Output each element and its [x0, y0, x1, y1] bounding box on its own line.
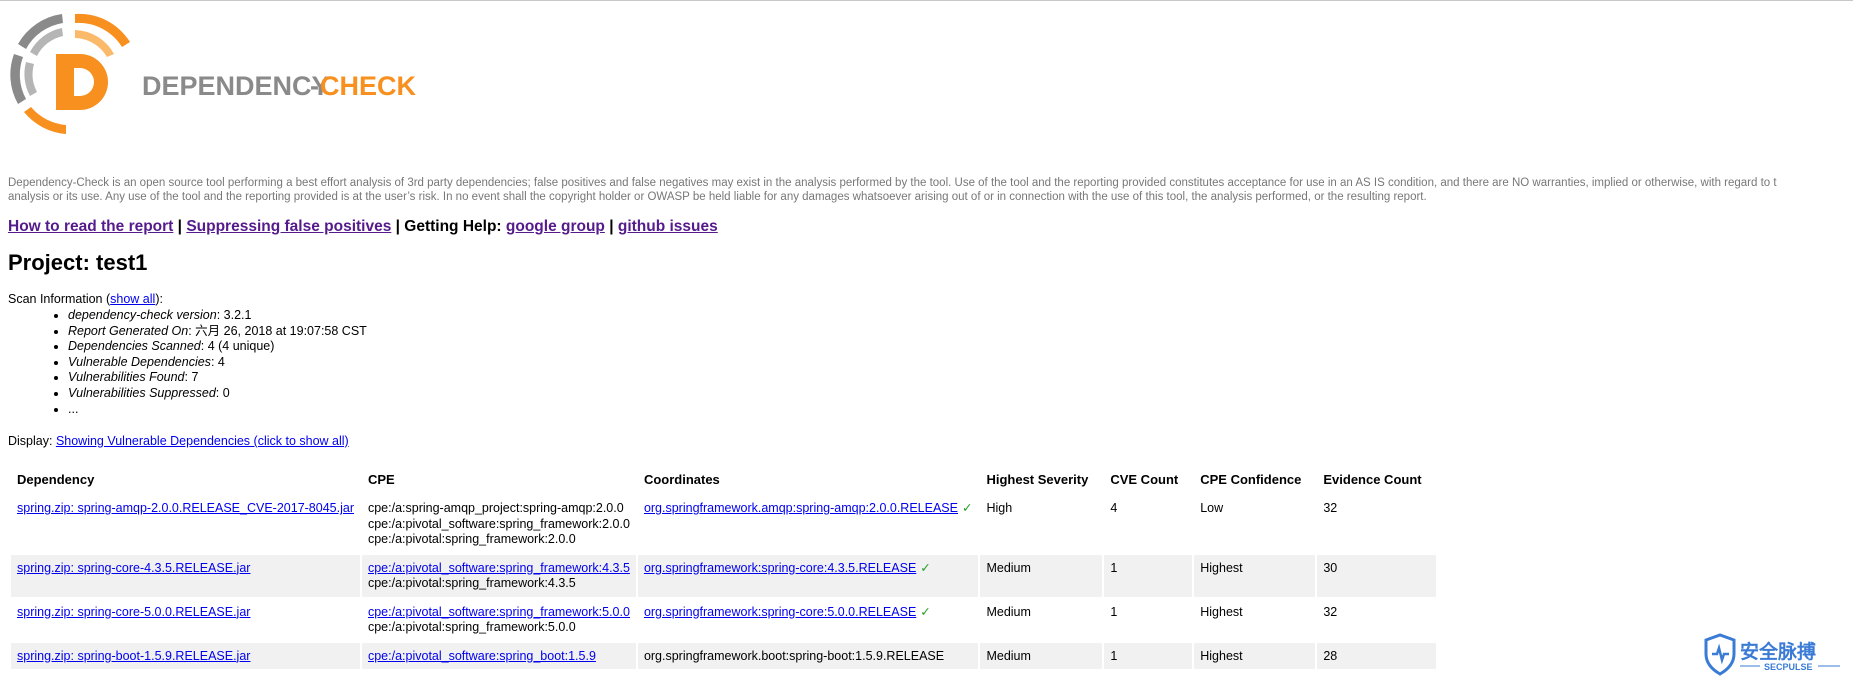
cve-count-cell: 4	[1110, 501, 1118, 515]
dependency-check-logo: DEPENDENCY - CHECK	[10, 13, 417, 134]
scan-info-item: Vulnerable Dependencies: 4	[68, 355, 367, 371]
verified-check-icon: ✓	[961, 501, 973, 515]
scan-info-item: dependency-check version: 3.2.1	[68, 308, 367, 324]
top-border	[0, 0, 1853, 1]
header-coordinates[interactable]: Coordinates	[638, 466, 979, 493]
display-filter: Display: Showing Vulnerable Dependencies…	[8, 434, 349, 448]
scan-info-item: Report Generated On: 六月 26, 2018 at 19:0…	[68, 324, 367, 340]
coordinates-text: org.springframework.boot:spring-boot:1.5…	[643, 648, 945, 663]
cpe-text: cpe:/a:pivotal:spring_framework:4.3.5	[367, 576, 576, 590]
evidence-count-cell: 32	[1323, 604, 1338, 619]
coordinates-cell: org.springframework.amqp:spring-amqp:2.0…	[638, 495, 979, 553]
scan-info-item: ...	[68, 402, 367, 418]
cpe-link[interactable]: cpe:/a:pivotal_software:spring_framework…	[368, 561, 630, 575]
disclaimer-line-2: analysis or its use. Any use of the tool…	[8, 191, 1427, 203]
logo-text-check: CHECK	[320, 71, 417, 101]
cve-count-cell: 1	[1110, 604, 1118, 619]
dependency-cell: spring.zip: spring-boot-1.5.9.RELEASE.ja…	[11, 642, 360, 669]
scan-info-item: Vulnerabilities Suppressed: 0	[68, 386, 367, 402]
header-dependency[interactable]: Dependency	[11, 466, 360, 493]
coordinates-link[interactable]: org.springframework:spring-core:4.3.5.RE…	[644, 561, 916, 575]
scan-info-label-end: ):	[155, 292, 163, 306]
show-all-link[interactable]: show all	[110, 292, 155, 306]
header-highest-severity[interactable]: Highest Severity	[980, 466, 1102, 493]
evidence-count-cell: 30	[1317, 554, 1436, 597]
scan-info-item: Vulnerabilities Found: 7	[68, 370, 367, 386]
help-separator: |	[391, 218, 405, 235]
confidence-cell: Highest	[1194, 554, 1316, 597]
confidence-cell: Highest	[1200, 604, 1243, 619]
cve-count-cell: 1	[1104, 554, 1193, 597]
help-links: How to read the report | Suppressing fal…	[8, 218, 718, 236]
cpe-text: cpe:/a:pivotal:spring_framework:5.0.0	[367, 620, 576, 634]
dependency-link[interactable]: spring.zip: spring-boot-1.5.9.RELEASE.ja…	[17, 649, 250, 663]
coordinates-link[interactable]: org.springframework:spring-core:5.0.0.RE…	[644, 605, 916, 619]
cpe-text: cpe:/a:pivotal_software:spring_framework…	[367, 516, 630, 531]
dependency-table: Dependency CPE Coordinates Highest Sever…	[9, 464, 1438, 671]
github-issues-link[interactable]: github issues	[618, 218, 718, 235]
cpe-cell: cpe:/a:pivotal_software:spring_boot:1.5.…	[361, 642, 636, 669]
table-row: spring.zip: spring-core-4.3.5.RELEASE.ja…	[11, 554, 1436, 597]
header-evidence-count[interactable]: Evidence Count	[1317, 466, 1435, 493]
table-row: spring.zip: spring-core-5.0.0.RELEASE.ja…	[11, 599, 1436, 641]
help-separator: |	[604, 218, 618, 235]
evidence-count-cell: 32	[1323, 501, 1338, 515]
table-header-row: Dependency CPE Coordinates Highest Sever…	[11, 466, 1436, 493]
severity-cell: Medium	[980, 642, 1103, 669]
severity-cell: Medium	[980, 554, 1103, 597]
google-group-link[interactable]: google group	[506, 218, 605, 235]
cpe-link[interactable]: cpe:/a:pivotal_software:spring_boot:1.5.…	[368, 649, 596, 663]
dependency-link[interactable]: spring.zip: spring-core-4.3.5.RELEASE.ja…	[17, 561, 250, 575]
scan-information: Scan Information (show all): dependency-…	[8, 292, 367, 417]
table-row: spring.zip: spring-amqp-2.0.0.RELEASE_CV…	[11, 495, 1436, 553]
dependency-link[interactable]: spring.zip: spring-core-5.0.0.RELEASE.ja…	[17, 605, 250, 619]
dependency-cell: spring.zip: spring-amqp-2.0.0.RELEASE_CV…	[11, 495, 360, 553]
dependency-link[interactable]: spring.zip: spring-amqp-2.0.0.RELEASE_CV…	[17, 501, 354, 515]
cpe-text: cpe:/a:pivotal:spring_framework:2.0.0	[367, 532, 576, 546]
getting-help-label: Getting Help:	[404, 218, 506, 235]
header-cpe[interactable]: CPE	[362, 466, 636, 493]
cpe-cell: cpe:/a:pivotal_software:spring_framework…	[361, 554, 636, 597]
verified-check-icon: ✓	[920, 560, 931, 575]
header-cve-count[interactable]: CVE Count	[1104, 466, 1192, 493]
table-row: spring.zip: spring-boot-1.5.9.RELEASE.ja…	[11, 642, 1436, 669]
header-cpe-confidence[interactable]: CPE Confidence	[1194, 466, 1315, 493]
scan-info-list: dependency-check version: 3.2.1 Report G…	[8, 308, 367, 417]
coordinates-cell: org.springframework:spring-core:5.0.0.RE…	[638, 599, 979, 641]
disclaimer-line-1: Dependency-Check is an open source tool …	[8, 177, 1777, 189]
project-title: Project: test1	[8, 250, 148, 275]
dependency-cell: spring.zip: spring-core-4.3.5.RELEASE.ja…	[11, 554, 360, 597]
dependency-cell: spring.zip: spring-core-5.0.0.RELEASE.ja…	[11, 599, 360, 641]
show-all-dependencies-link[interactable]: Showing Vulnerable Dependencies (click t…	[56, 434, 349, 448]
coordinates-cell: org.springframework.boot:spring-boot:1.5…	[637, 642, 979, 669]
cpe-link[interactable]: cpe:/a:pivotal_software:spring_framework…	[368, 605, 630, 619]
scan-info-label: Scan Information (	[8, 292, 111, 306]
cpe-text: cpe:/a:spring-amqp_project:spring-amqp:2…	[367, 501, 624, 515]
coordinates-cell: org.springframework:spring-core:4.3.5.RE…	[637, 554, 979, 597]
watermark-cn: 安全脉搏	[1740, 640, 1816, 663]
secpulse-watermark: 安全脉搏 SECPULSE	[1704, 633, 1840, 676]
suppressing-false-positives-link[interactable]: Suppressing false positives	[186, 218, 391, 235]
confidence-cell: Highest	[1194, 642, 1316, 669]
verified-check-icon: ✓	[920, 604, 931, 619]
scan-info-item: Dependencies Scanned: 4 (4 unique)	[68, 339, 367, 355]
shield-icon	[1704, 633, 1736, 676]
evidence-count-cell: 28	[1317, 642, 1436, 669]
cpe-cell: cpe:/a:spring-amqp_project:spring-amqp:2…	[362, 495, 636, 553]
watermark-en: SECPULSE	[1764, 662, 1813, 672]
disclaimer: Dependency-Check is an open source tool …	[8, 176, 1853, 204]
coordinates-link[interactable]: org.springframework.amqp:spring-amqp:2.0…	[644, 501, 958, 515]
cve-count-cell: 1	[1104, 642, 1193, 669]
severity-cell: High	[986, 501, 1013, 515]
logo-text-dependency: DEPENDENCY	[142, 71, 330, 101]
logo-text-dash: -	[310, 71, 319, 101]
help-separator: |	[173, 218, 187, 235]
cpe-cell: cpe:/a:pivotal_software:spring_framework…	[362, 599, 636, 641]
confidence-cell: Low	[1200, 501, 1224, 515]
how-to-read-link[interactable]: How to read the report	[8, 218, 173, 235]
severity-cell: Medium	[986, 604, 1031, 619]
display-label: Display:	[8, 434, 56, 448]
